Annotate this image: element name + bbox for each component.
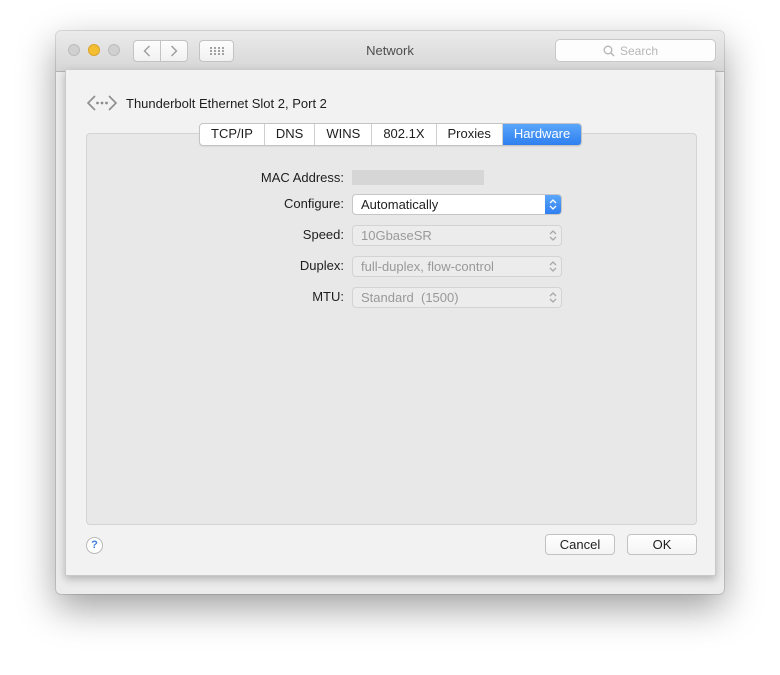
tab-dns[interactable]: DNS [265, 124, 316, 145]
duplex-value: full-duplex, flow-control [361, 259, 494, 274]
popup-arrows-icon [545, 257, 561, 276]
title-bar: Network [56, 31, 724, 72]
duplex-label: Duplex: [299, 258, 344, 273]
search-input[interactable] [620, 43, 668, 58]
duplex-popup[interactable]: full-duplex, flow-control [352, 256, 562, 277]
popup-arrows-icon [545, 288, 561, 307]
speed-value: 10GbaseSR [361, 228, 432, 243]
tab-hardware[interactable]: Hardware [502, 124, 582, 145]
mtu-popup[interactable]: Standard (1500) [352, 287, 562, 308]
mtu-label: MTU: [312, 289, 344, 304]
popup-arrows-icon [545, 195, 561, 214]
mac-address-label: MAC Address: [260, 170, 344, 185]
popup-arrows-icon [545, 226, 561, 245]
help-button[interactable]: ? [86, 537, 103, 554]
speed-popup[interactable]: 10GbaseSR [352, 225, 562, 246]
tab-proxies[interactable]: Proxies [437, 124, 503, 145]
search-icon [603, 45, 615, 56]
speed-label: Speed: [302, 227, 344, 242]
configure-popup[interactable]: Automatically [352, 194, 562, 215]
tab-bar: TCP/IP DNS WINS 802.1X Proxies Hardware [199, 123, 583, 146]
network-preferences-window: Network Thunderbolt Ethernet Slot 2, Por… [56, 31, 724, 594]
device-header: Thunderbolt Ethernet Slot 2, Port 2 [86, 93, 327, 113]
search-field[interactable] [555, 39, 716, 62]
configure-value: Automatically [361, 197, 439, 212]
ethernet-icon [86, 95, 118, 111]
tab-content-panel [86, 133, 697, 525]
advanced-settings-sheet: Thunderbolt Ethernet Slot 2, Port 2 TCP/… [65, 70, 716, 576]
tab-wins[interactable]: WINS [315, 124, 373, 145]
tab-tcpip[interactable]: TCP/IP [200, 124, 265, 145]
configure-label: Configure: [284, 196, 344, 211]
device-name: Thunderbolt Ethernet Slot 2, Port 2 [126, 95, 327, 111]
mac-address-value [352, 170, 484, 185]
ok-button[interactable]: OK [627, 534, 697, 555]
mtu-value: Standard (1500) [361, 290, 459, 305]
tab-8021x[interactable]: 802.1X [372, 124, 437, 145]
cancel-button[interactable]: Cancel [545, 534, 615, 555]
